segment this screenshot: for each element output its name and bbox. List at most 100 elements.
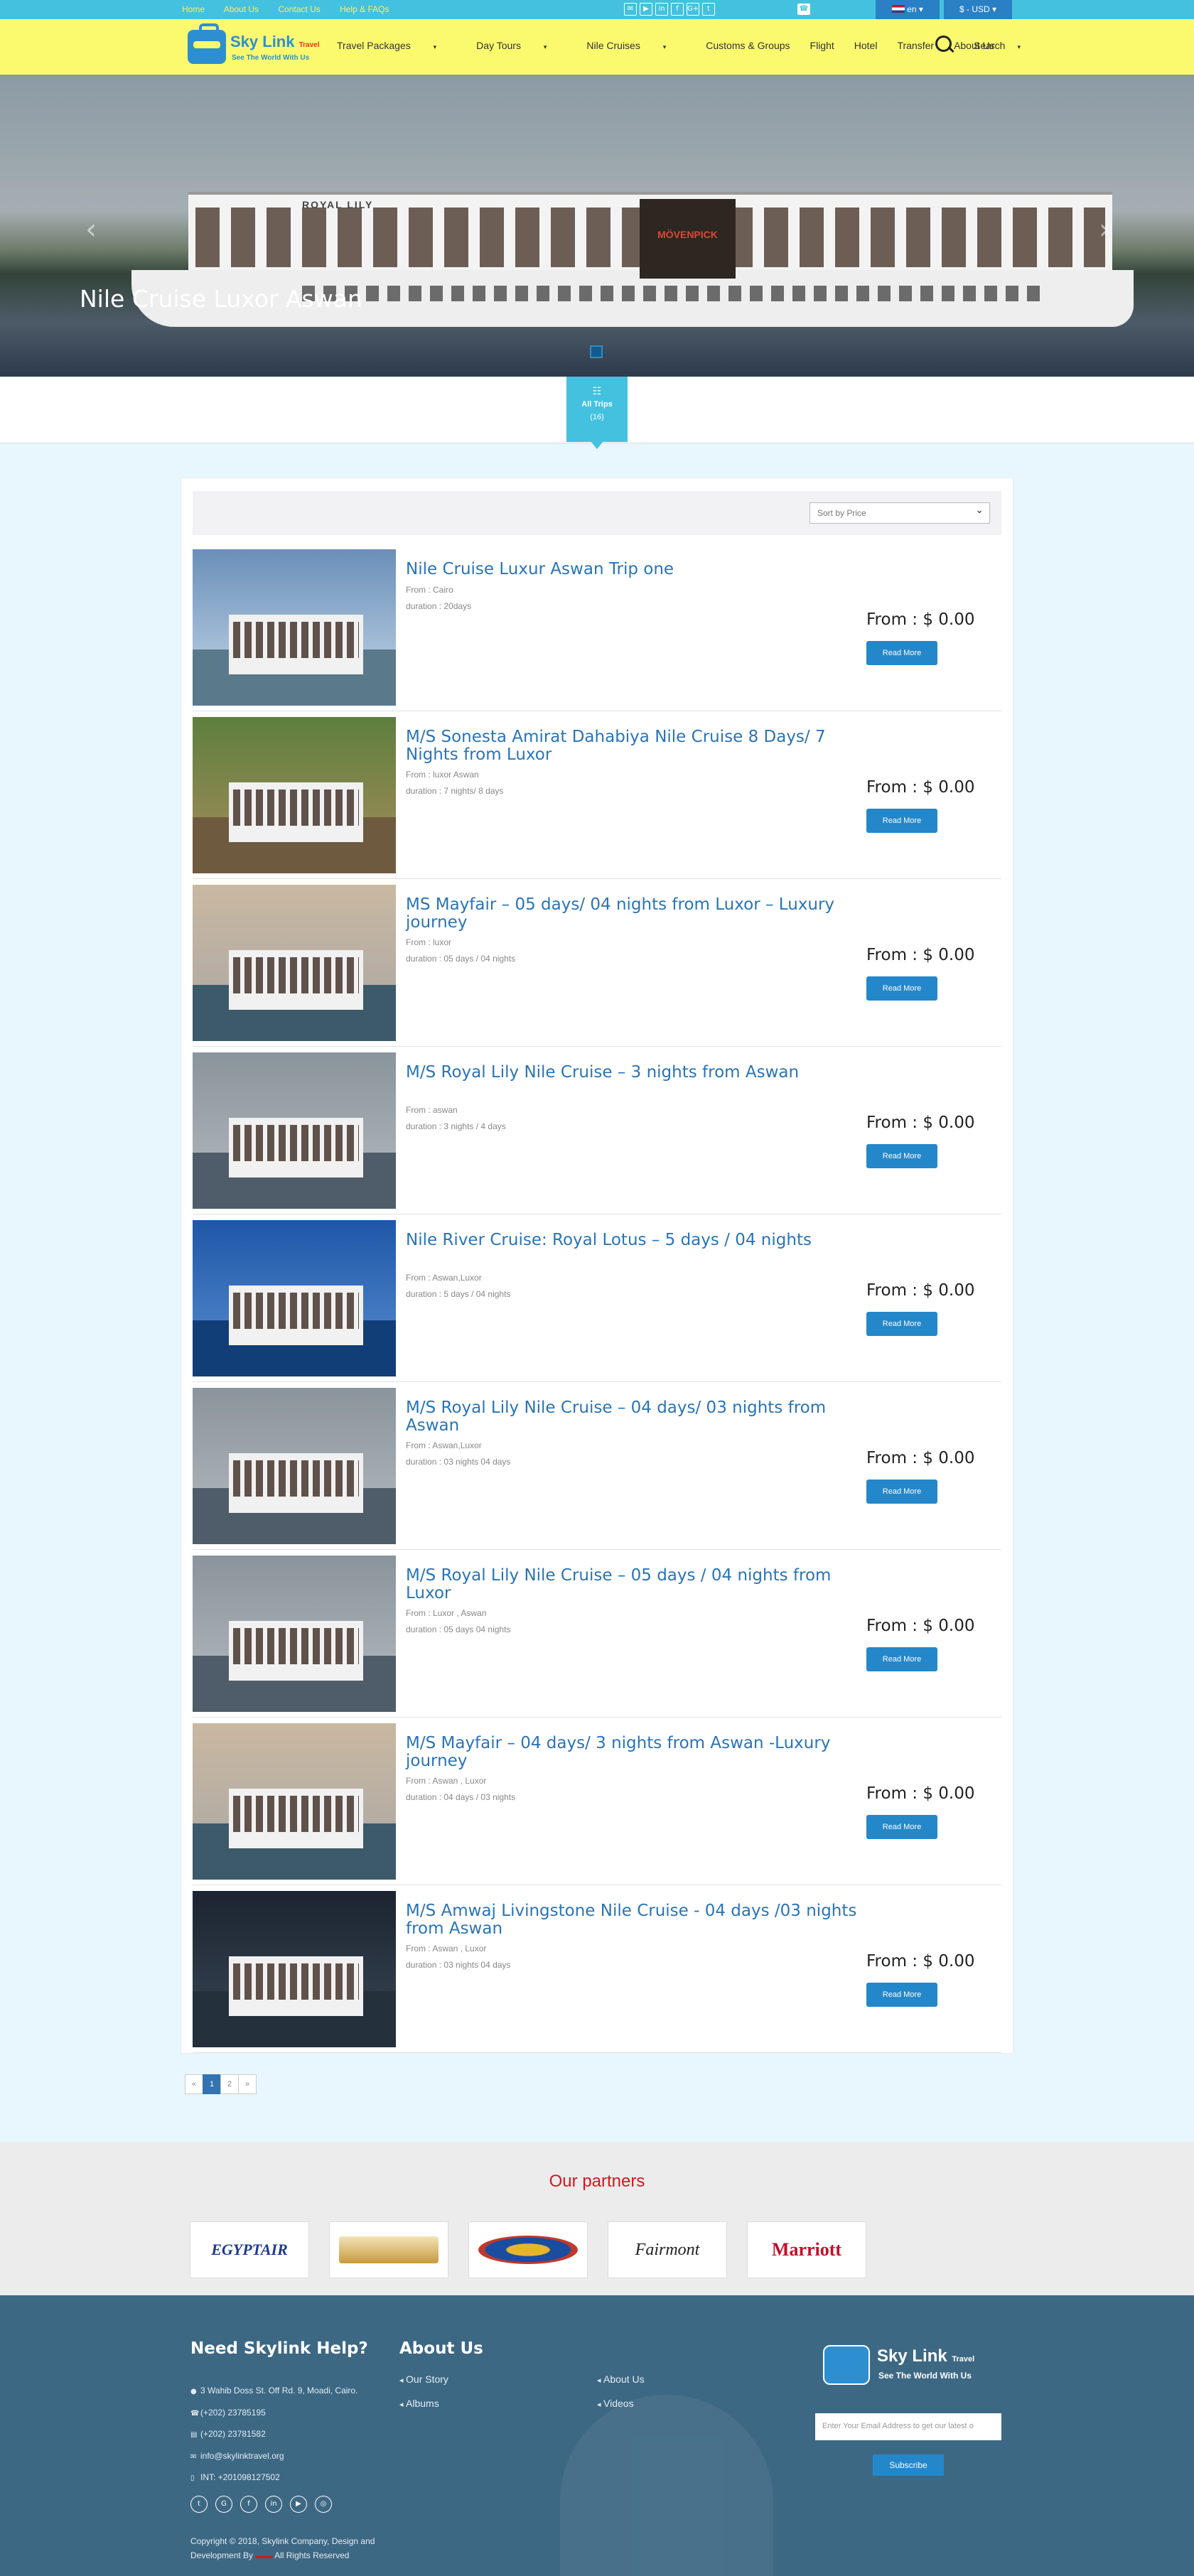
trip-card: Nile River Cruise: Royal Lotus – 5 days … [193, 1214, 1001, 1382]
youtube-icon[interactable]: ▶ [640, 3, 652, 16]
trip-thumbnail[interactable] [193, 885, 396, 1041]
read-more-button[interactable]: Read More [866, 641, 937, 665]
footer: Need Skylink Help? ● 3 Wahib Doss St. Off… [0, 2295, 1194, 2576]
phone-icon[interactable]: ☎ [797, 4, 810, 15]
footer-contact: ● 3 Wahib Doss St. Off Rd. 9, Moadi, Cair… [190, 2381, 357, 2489]
trip-from: From : Cairo [406, 585, 453, 595]
slider-prev-icon[interactable]: ‹ [85, 213, 97, 246]
linkedin-icon[interactable]: in [265, 2496, 282, 2513]
tab-label: All Trips [581, 400, 613, 409]
pager-page-2[interactable]: 2 [220, 2074, 239, 2094]
search-icon[interactable] [935, 36, 954, 54]
nav-hotel[interactable]: Hotel [854, 40, 878, 51]
facebook-icon[interactable]: f [671, 3, 684, 16]
google-plus-icon[interactable]: G+ [687, 3, 699, 16]
footer-logo[interactable]: Sky Link Travel See The World With Us [823, 2339, 994, 2391]
subscribe-button[interactable]: Subscribe [873, 2454, 944, 2476]
footer-social: t G f in ▶ ◎ [190, 2496, 332, 2513]
read-more-button[interactable]: Read More [866, 976, 937, 1001]
partner-logo-marriott[interactable]: Marriott [747, 2221, 866, 2278]
trip-from: From : aswan [406, 1105, 458, 1115]
read-more-button[interactable]: Read More [866, 1312, 937, 1336]
read-more-button[interactable]: Read More [866, 1144, 937, 1168]
read-more-button[interactable]: Read More [866, 1647, 937, 1671]
partner-logo-fairmont[interactable]: Fairmont [608, 2221, 727, 2278]
pager-next[interactable]: » [238, 2074, 257, 2094]
trip-thumbnail[interactable] [193, 1891, 396, 2047]
partner-logo-egyptair[interactable]: EGYPTAIR [190, 2221, 309, 2278]
twitter-icon[interactable]: t [190, 2496, 208, 2513]
youtube-icon[interactable]: ▶ [290, 2496, 307, 2513]
top-link-home[interactable]: Home [182, 4, 205, 14]
trip-title[interactable]: M/S Royal Lily Nile Cruise – 3 nights fr… [406, 1064, 861, 1082]
slider-next-icon[interactable]: › [1099, 213, 1110, 246]
top-link-about[interactable]: About Us [224, 4, 259, 14]
footer-phone: ☎ (+202) 23785195 [190, 2403, 357, 2425]
top-links: Home About Us Contact Us Help & FAQs [182, 4, 406, 14]
trip-duration: duration : 3 nights / 4 days [406, 1121, 506, 1131]
footer-link-videos[interactable]: Videos [597, 2398, 634, 2409]
twitter-icon[interactable]: t [702, 3, 715, 16]
email-icon[interactable]: ✉ [624, 3, 637, 16]
slider-dot[interactable] [590, 345, 603, 358]
nav-day-tours[interactable]: Day Tours ▾ [476, 40, 566, 51]
tab-all-trips[interactable]: ☷ All Trips (16) [566, 377, 628, 449]
trip-thumbnail[interactable] [193, 549, 396, 706]
trip-title[interactable]: M/S Mayfair – 04 days/ 3 nights from Asw… [406, 1735, 861, 1770]
footer-link-our-story[interactable]: Our Story [399, 2373, 448, 2385]
trip-from: From : Aswan,Luxor [406, 1440, 482, 1450]
trip-thumbnail[interactable] [193, 1556, 396, 1712]
pager-prev[interactable]: « [185, 2074, 203, 2094]
instagram-icon[interactable]: ◎ [315, 2496, 332, 2513]
nav-flight[interactable]: Flight [810, 40, 834, 51]
trip-thumbnail[interactable] [193, 1723, 396, 1880]
top-link-contact[interactable]: Contact Us [278, 4, 320, 14]
nav-nile-cruises[interactable]: Nile Cruises ▾ [586, 40, 686, 51]
partner-logo-3[interactable] [468, 2221, 588, 2278]
footer-link-albums[interactable]: Albums [399, 2398, 439, 2409]
trip-title[interactable]: M/S Royal Lily Nile Cruise – 05 days / 0… [406, 1567, 861, 1602]
trip-title[interactable]: M/S Sonesta Amirat Dahabiya Nile Cruise … [406, 728, 861, 764]
nav-transfer[interactable]: Transfer [897, 40, 934, 51]
read-more-button[interactable]: Read More [866, 1815, 937, 1839]
read-more-button[interactable]: Read More [866, 1983, 937, 2007]
trip-thumbnail[interactable] [193, 1388, 396, 1544]
language-selector[interactable]: en ▾ [876, 0, 940, 19]
partner-logo-2[interactable] [329, 2221, 448, 2278]
trip-price: From : $ 0.00 [866, 1617, 975, 1635]
trip-price: From : $ 0.00 [866, 1114, 975, 1132]
trip-price: From : $ 0.00 [866, 1449, 975, 1467]
trip-duration: duration : 03 nights 04 days [406, 1457, 511, 1467]
currency-value: $ - USD [959, 4, 990, 14]
linkedin-icon[interactable]: in [655, 3, 668, 16]
newsletter-email-input[interactable]: Enter Your Email Address to get our late… [815, 2413, 1001, 2440]
read-more-button[interactable]: Read More [866, 1480, 937, 1504]
top-link-help[interactable]: Help & FAQs [340, 4, 389, 14]
fax-icon: ▤ [190, 2431, 198, 2439]
search-label[interactable]: Search [974, 40, 1005, 51]
trip-title[interactable]: M/S Amwaj Livingstone Nile Cruise - 04 d… [406, 1902, 861, 1938]
pager-page-1[interactable]: 1 [203, 2074, 221, 2094]
trip-from: From : Aswan , Luxor [406, 1776, 487, 1786]
footer-email[interactable]: ✉ info@skylinktravel.org [190, 2446, 357, 2468]
trip-thumbnail[interactable] [193, 717, 396, 873]
google-plus-icon[interactable]: G [215, 2496, 232, 2513]
suitcase-icon [823, 2345, 870, 2385]
currency-selector[interactable]: $ - USD ▾ [944, 0, 1012, 19]
logo[interactable]: Sky Link Travel See The World With Us [188, 23, 320, 68]
trip-thumbnail[interactable] [193, 1052, 396, 1209]
footer-link-about-us[interactable]: About Us [597, 2373, 645, 2385]
footer-background-image [560, 2395, 773, 2576]
nav-customs-groups[interactable]: Customs & Groups [706, 40, 790, 51]
trip-thumbnail[interactable] [193, 1220, 396, 1376]
facebook-icon[interactable]: f [240, 2496, 257, 2513]
nav-travel-packages[interactable]: Travel Packages ▾ [337, 40, 456, 51]
trip-title[interactable]: Nile Cruise Luxur Aswan Trip one [406, 561, 861, 578]
trip-duration: duration : 05 days / 04 nights [406, 954, 516, 964]
trip-from: From : Luxor , Aswan [406, 1608, 487, 1618]
trip-title[interactable]: M/S Royal Lily Nile Cruise – 04 days/ 03… [406, 1399, 861, 1435]
trip-title[interactable]: Nile River Cruise: Royal Lotus – 5 days … [406, 1232, 861, 1249]
read-more-button[interactable]: Read More [866, 809, 937, 833]
trip-title[interactable]: MS Mayfair – 05 days/ 04 nights from Lux… [406, 896, 861, 932]
sort-select[interactable]: Sort by Price [810, 502, 990, 524]
